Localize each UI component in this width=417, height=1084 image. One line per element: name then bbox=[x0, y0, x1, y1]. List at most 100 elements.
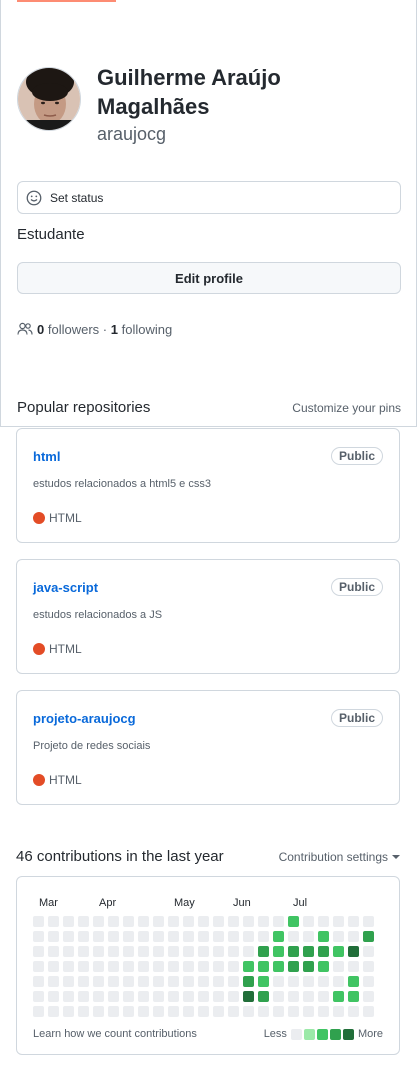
contribution-day-cell[interactable] bbox=[243, 931, 254, 942]
contribution-day-cell[interactable] bbox=[108, 1006, 119, 1017]
contribution-day-cell[interactable] bbox=[123, 991, 134, 1002]
contribution-day-cell[interactable] bbox=[153, 991, 164, 1002]
contribution-day-cell[interactable] bbox=[63, 976, 74, 987]
contribution-day-cell[interactable] bbox=[198, 976, 209, 987]
contribution-day-cell[interactable] bbox=[93, 991, 104, 1002]
contribution-day-cell[interactable] bbox=[48, 946, 59, 957]
contribution-day-cell[interactable] bbox=[168, 991, 179, 1002]
contribution-day-cell[interactable] bbox=[138, 946, 149, 957]
contribution-day-cell[interactable] bbox=[258, 976, 269, 987]
contribution-day-cell[interactable] bbox=[93, 976, 104, 987]
contribution-day-cell[interactable] bbox=[213, 916, 224, 927]
contribution-day-cell[interactable] bbox=[348, 961, 359, 972]
contribution-day-cell[interactable] bbox=[138, 931, 149, 942]
contribution-day-cell[interactable] bbox=[108, 991, 119, 1002]
contribution-day-cell[interactable] bbox=[33, 991, 44, 1002]
contribution-day-cell[interactable] bbox=[303, 946, 314, 957]
contribution-day-cell[interactable] bbox=[228, 991, 239, 1002]
contribution-day-cell[interactable] bbox=[138, 961, 149, 972]
contribution-day-cell[interactable] bbox=[63, 916, 74, 927]
contribution-day-cell[interactable] bbox=[183, 976, 194, 987]
repo-name-link[interactable]: projeto-araujocg bbox=[33, 711, 136, 726]
contribution-day-cell[interactable] bbox=[198, 961, 209, 972]
contribution-day-cell[interactable] bbox=[333, 976, 344, 987]
contribution-day-cell[interactable] bbox=[228, 916, 239, 927]
contribution-day-cell[interactable] bbox=[78, 1006, 89, 1017]
contribution-day-cell[interactable] bbox=[123, 916, 134, 927]
contribution-day-cell[interactable] bbox=[258, 946, 269, 957]
contribution-day-cell[interactable] bbox=[363, 991, 374, 1002]
contribution-day-cell[interactable] bbox=[93, 1006, 104, 1017]
contribution-day-cell[interactable] bbox=[63, 1006, 74, 1017]
contribution-day-cell[interactable] bbox=[303, 931, 314, 942]
contribution-day-cell[interactable] bbox=[318, 1006, 329, 1017]
contribution-day-cell[interactable] bbox=[153, 946, 164, 957]
contribution-day-cell[interactable] bbox=[333, 916, 344, 927]
contribution-day-cell[interactable] bbox=[303, 916, 314, 927]
contribution-day-cell[interactable] bbox=[48, 991, 59, 1002]
edit-profile-button[interactable]: Edit profile bbox=[17, 262, 401, 294]
contribution-day-cell[interactable] bbox=[288, 1006, 299, 1017]
contribution-day-cell[interactable] bbox=[318, 946, 329, 957]
contribution-day-cell[interactable] bbox=[183, 916, 194, 927]
contribution-day-cell[interactable] bbox=[168, 946, 179, 957]
contribution-day-cell[interactable] bbox=[288, 991, 299, 1002]
contribution-day-cell[interactable] bbox=[123, 946, 134, 957]
repo-name-link[interactable]: html bbox=[33, 449, 60, 464]
contribution-day-cell[interactable] bbox=[348, 976, 359, 987]
contribution-day-cell[interactable] bbox=[48, 961, 59, 972]
contribution-day-cell[interactable] bbox=[198, 991, 209, 1002]
contribution-day-cell[interactable] bbox=[123, 961, 134, 972]
contribution-day-cell[interactable] bbox=[213, 991, 224, 1002]
contribution-day-cell[interactable] bbox=[78, 991, 89, 1002]
followers-link[interactable]: 0 followers bbox=[37, 322, 99, 337]
contribution-day-cell[interactable] bbox=[243, 1006, 254, 1017]
contribution-day-cell[interactable] bbox=[33, 961, 44, 972]
contribution-day-cell[interactable] bbox=[153, 931, 164, 942]
contribution-day-cell[interactable] bbox=[33, 976, 44, 987]
contribution-day-cell[interactable] bbox=[288, 946, 299, 957]
contribution-day-cell[interactable] bbox=[243, 916, 254, 927]
contribution-day-cell[interactable] bbox=[273, 916, 284, 927]
contribution-day-cell[interactable] bbox=[363, 961, 374, 972]
contribution-day-cell[interactable] bbox=[228, 976, 239, 987]
contribution-day-cell[interactable] bbox=[108, 976, 119, 987]
contribution-day-cell[interactable] bbox=[333, 1006, 344, 1017]
contribution-day-cell[interactable] bbox=[228, 931, 239, 942]
contribution-day-cell[interactable] bbox=[363, 916, 374, 927]
contribution-day-cell[interactable] bbox=[153, 1006, 164, 1017]
contribution-day-cell[interactable] bbox=[78, 916, 89, 927]
contribution-day-cell[interactable] bbox=[303, 976, 314, 987]
contribution-day-cell[interactable] bbox=[108, 961, 119, 972]
contribution-day-cell[interactable] bbox=[318, 991, 329, 1002]
contribution-day-cell[interactable] bbox=[318, 931, 329, 942]
contribution-day-cell[interactable] bbox=[48, 931, 59, 942]
contribution-day-cell[interactable] bbox=[183, 946, 194, 957]
contribution-day-cell[interactable] bbox=[63, 991, 74, 1002]
contribution-day-cell[interactable] bbox=[153, 961, 164, 972]
contribution-day-cell[interactable] bbox=[168, 931, 179, 942]
following-link[interactable]: 1 following bbox=[111, 322, 172, 337]
contribution-day-cell[interactable] bbox=[168, 916, 179, 927]
contribution-day-cell[interactable] bbox=[93, 961, 104, 972]
contribution-day-cell[interactable] bbox=[333, 946, 344, 957]
contribution-day-cell[interactable] bbox=[108, 916, 119, 927]
contribution-day-cell[interactable] bbox=[198, 931, 209, 942]
contribution-day-cell[interactable] bbox=[63, 931, 74, 942]
contribution-day-cell[interactable] bbox=[363, 976, 374, 987]
contribution-day-cell[interactable] bbox=[168, 976, 179, 987]
set-status-button[interactable]: Set status bbox=[17, 181, 401, 214]
contribution-day-cell[interactable] bbox=[183, 931, 194, 942]
contribution-day-cell[interactable] bbox=[348, 991, 359, 1002]
contribution-day-cell[interactable] bbox=[78, 961, 89, 972]
contribution-day-cell[interactable] bbox=[138, 1006, 149, 1017]
contribution-day-cell[interactable] bbox=[348, 931, 359, 942]
contribution-day-cell[interactable] bbox=[138, 991, 149, 1002]
contribution-day-cell[interactable] bbox=[303, 961, 314, 972]
contribution-day-cell[interactable] bbox=[198, 1006, 209, 1017]
contribution-day-cell[interactable] bbox=[213, 961, 224, 972]
contribution-day-cell[interactable] bbox=[243, 946, 254, 957]
contribution-day-cell[interactable] bbox=[348, 916, 359, 927]
contribution-day-cell[interactable] bbox=[138, 976, 149, 987]
repo-name-link[interactable]: java-script bbox=[33, 580, 98, 595]
